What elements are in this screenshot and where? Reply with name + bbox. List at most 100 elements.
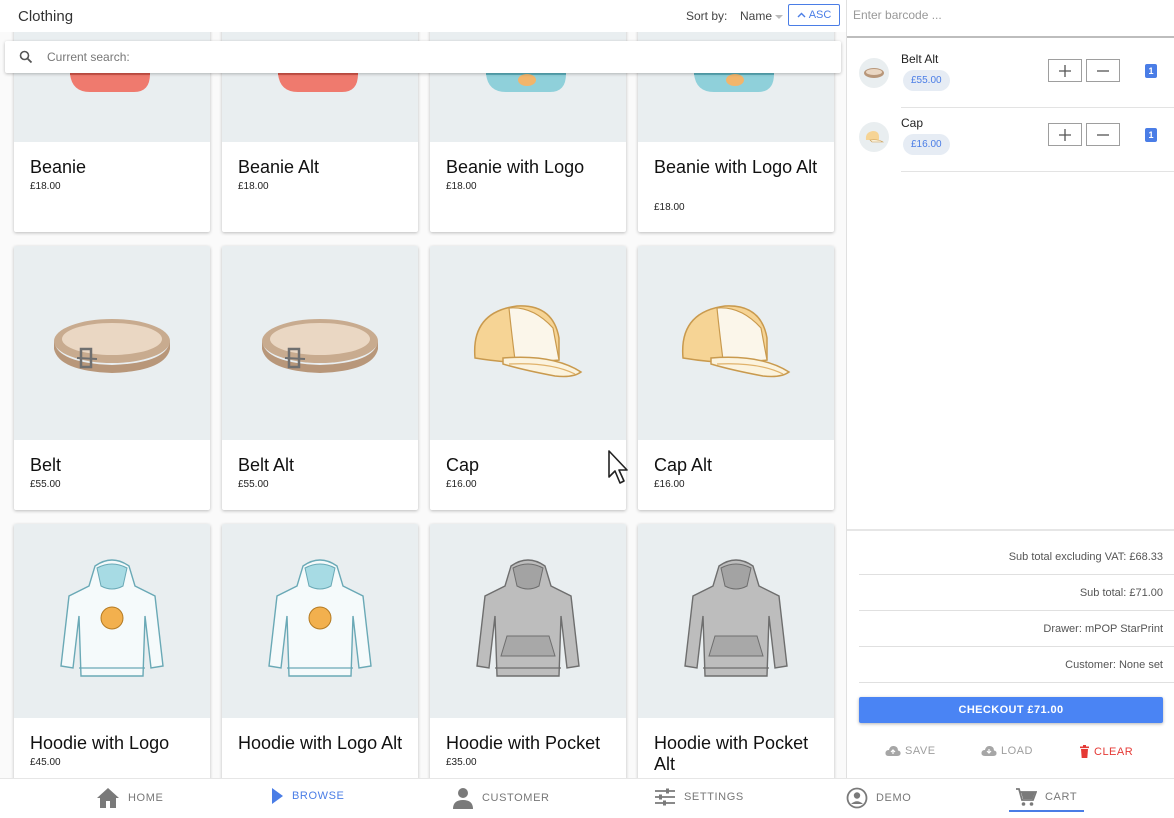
cart-item-name: Cap bbox=[901, 116, 924, 130]
sort-direction-button[interactable]: ASC bbox=[788, 4, 840, 26]
minus-icon bbox=[1097, 69, 1109, 72]
cloud-download-icon bbox=[981, 745, 997, 756]
product-card[interactable]: Beanie £18.00 bbox=[14, 0, 210, 232]
cart-panel: Belt Alt £55.00 1 Cap £16.00 1 bbox=[846, 0, 1174, 778]
clear-cart-button[interactable]: CLEAR bbox=[1079, 745, 1133, 758]
hoodie-logo-image bbox=[60, 559, 164, 677]
chevron-up-icon bbox=[797, 12, 806, 18]
cart-item-price-chip[interactable]: £16.00 bbox=[903, 134, 950, 155]
belt-thumbnail-icon bbox=[864, 68, 884, 78]
nav-settings[interactable]: SETTINGS bbox=[654, 787, 744, 807]
decrease-quantity-button[interactable] bbox=[1086, 59, 1120, 82]
product-card[interactable]: Cap £16.00 bbox=[430, 246, 626, 510]
category-title: Clothing bbox=[18, 8, 74, 25]
product-image bbox=[638, 524, 834, 718]
product-image bbox=[430, 246, 626, 440]
product-card[interactable]: Beanie Alt £18.00 bbox=[222, 0, 418, 232]
barcode-input[interactable] bbox=[853, 8, 1153, 22]
hoodie-pocket-image bbox=[476, 559, 580, 677]
hoodie-pocket-image bbox=[684, 559, 788, 677]
sort-direction-label: ASC bbox=[808, 9, 832, 21]
product-name: Beanie with Logo Alt bbox=[654, 157, 818, 177]
nav-cart[interactable]: CART bbox=[1015, 787, 1077, 807]
cart-item-price-chip[interactable]: £55.00 bbox=[903, 70, 950, 91]
cap-image bbox=[681, 305, 791, 378]
divider bbox=[901, 171, 1174, 172]
cart-summary: Sub total excluding VAT: £68.33 Sub tota… bbox=[847, 529, 1174, 778]
nav-customer-label: CUSTOMER bbox=[482, 792, 550, 804]
save-label: SAVE bbox=[905, 745, 936, 757]
product-price: £18.00 bbox=[238, 181, 269, 192]
product-name: Beanie bbox=[30, 157, 87, 177]
nav-customer[interactable]: CUSTOMER bbox=[452, 787, 550, 809]
cap-image bbox=[473, 305, 583, 378]
trash-icon bbox=[1080, 745, 1089, 758]
category-header: Clothing Sort by: Name ASC bbox=[0, 0, 846, 32]
cart-item-name: Belt Alt bbox=[901, 52, 939, 66]
search-icon bbox=[19, 50, 33, 64]
subtotal-excluding-vat: Sub total excluding VAT: £68.33 bbox=[859, 539, 1174, 575]
nav-home-label: HOME bbox=[128, 792, 164, 804]
chevron-down-icon bbox=[775, 14, 784, 19]
belt-image bbox=[262, 319, 378, 373]
product-price: £45.00 bbox=[30, 757, 61, 768]
search-input[interactable] bbox=[47, 50, 747, 64]
product-image bbox=[222, 246, 418, 440]
nav-demo[interactable]: DEMO bbox=[846, 787, 911, 809]
save-cart-button[interactable]: SAVE bbox=[885, 745, 936, 757]
load-cart-button[interactable]: LOAD bbox=[981, 745, 1033, 757]
increase-quantity-button[interactable] bbox=[1048, 59, 1082, 82]
product-image bbox=[430, 524, 626, 718]
cart-line-item[interactable]: Cap £16.00 1 bbox=[847, 108, 1174, 172]
account-circle-icon bbox=[846, 787, 868, 809]
product-card[interactable]: Cap Alt £16.00 bbox=[638, 246, 834, 510]
sort-field-select[interactable]: Name bbox=[740, 9, 784, 23]
subtotal: Sub total: £71.00 bbox=[859, 575, 1174, 611]
product-card[interactable]: Belt £55.00 bbox=[14, 246, 210, 510]
play-icon bbox=[272, 788, 283, 804]
product-card[interactable]: Beanie with Logo £18.00 bbox=[430, 0, 626, 232]
pos-app: Clothing Sort by: Name ASC Bean bbox=[0, 0, 1174, 818]
drawer-status[interactable]: Drawer: mPOP StarPrint bbox=[859, 611, 1174, 647]
load-label: LOAD bbox=[1001, 745, 1033, 757]
product-browser: Clothing Sort by: Name ASC Bean bbox=[0, 0, 846, 778]
product-price: £16.00 bbox=[654, 479, 685, 490]
product-card[interactable]: Hoodie with Pocket Alt bbox=[638, 524, 834, 778]
product-image bbox=[222, 524, 418, 718]
product-price: £35.00 bbox=[446, 757, 477, 768]
product-card[interactable]: Hoodie with Logo Alt bbox=[222, 524, 418, 778]
nav-demo-label: DEMO bbox=[876, 792, 912, 804]
product-price: £18.00 bbox=[654, 202, 685, 213]
sort-field-value: Name bbox=[740, 9, 773, 23]
minus-icon bbox=[1097, 133, 1109, 136]
product-card[interactable]: Hoodie with Pocket £35.00 bbox=[430, 524, 626, 778]
cart-icon bbox=[1016, 788, 1037, 806]
nav-home[interactable]: HOME bbox=[96, 787, 163, 809]
product-name: Cap Alt bbox=[654, 455, 713, 475]
product-name: Hoodie with Pocket bbox=[446, 733, 601, 753]
product-name: Cap bbox=[446, 455, 480, 475]
nav-settings-label: SETTINGS bbox=[684, 791, 744, 803]
increase-quantity-button[interactable] bbox=[1048, 123, 1082, 146]
customer-status[interactable]: Customer: None set bbox=[859, 647, 1174, 683]
barcode-bar bbox=[847, 0, 1174, 38]
sort-by-label: Sort by: bbox=[686, 9, 728, 23]
cart-line-item[interactable]: Belt Alt £55.00 1 bbox=[847, 44, 1174, 108]
product-image bbox=[14, 524, 210, 718]
decrease-quantity-button[interactable] bbox=[1086, 123, 1120, 146]
product-image bbox=[14, 246, 210, 440]
nav-cart-indicator bbox=[1009, 810, 1084, 812]
product-card[interactable]: Belt Alt £55.00 bbox=[222, 246, 418, 510]
product-price: £16.00 bbox=[446, 479, 477, 490]
plus-icon bbox=[1059, 64, 1071, 77]
product-name: Hoodie with Logo Alt bbox=[238, 733, 403, 753]
checkout-button[interactable]: CHECKOUT £71.00 bbox=[859, 697, 1163, 723]
product-name: Belt Alt bbox=[238, 455, 295, 475]
product-name: Hoodie with Logo bbox=[30, 733, 170, 753]
mouse-pointer-icon bbox=[608, 450, 628, 484]
bottom-navigation: HOME BROWSE CUSTOMER SETTINGS DEMO CART bbox=[0, 778, 1174, 818]
nav-browse[interactable]: BROWSE bbox=[270, 787, 345, 805]
product-card[interactable]: Beanie with Logo Alt £18.00 bbox=[638, 0, 834, 232]
product-card[interactable]: Hoodie with Logo £45.00 bbox=[14, 524, 210, 778]
belt-image bbox=[54, 319, 170, 373]
